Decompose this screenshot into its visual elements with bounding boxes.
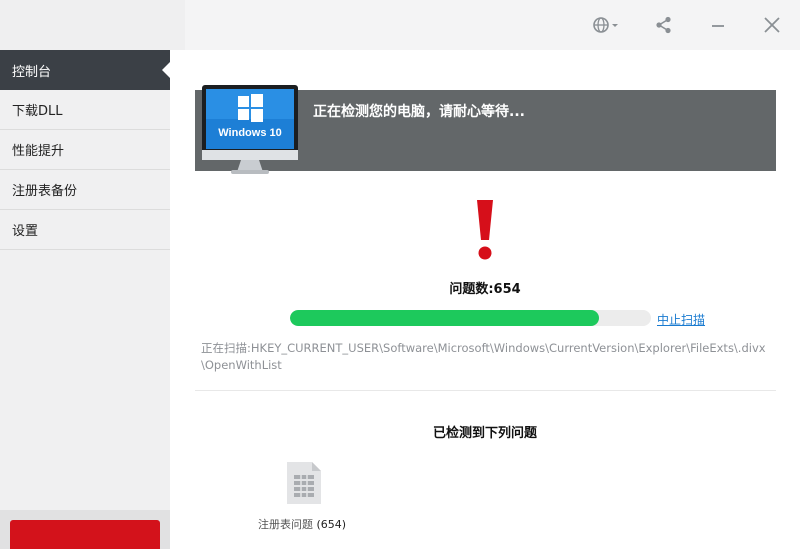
registry-issues-name: 注册表问题 [258, 518, 313, 531]
sidebar-item-label: 注册表备份 [12, 184, 78, 199]
stop-scan-link[interactable]: 中止扫描 [657, 311, 705, 328]
detected-issues-title: 已检测到下列问题 [432, 426, 537, 441]
registry-issues-icon[interactable] [286, 461, 322, 505]
monitor-label: Windows 10 [218, 127, 281, 139]
scan-progress-bar [290, 310, 651, 326]
title-bar [0, 0, 800, 50]
title-bar-left [0, 0, 185, 50]
monitor-icon: Windows 10 [201, 84, 299, 176]
globe-icon [593, 17, 618, 33]
sidebar-item-label: 控制台 [12, 64, 52, 80]
minimize-button[interactable] [705, 12, 731, 38]
sidebar: 控制台 下载DLL 性能提升 注册表备份 设置 [0, 50, 170, 549]
sidebar-item-performance[interactable]: 性能提升 [0, 130, 170, 170]
share-button[interactable] [651, 12, 677, 38]
scan-progress-fill [290, 310, 599, 326]
close-icon [764, 17, 780, 33]
sidebar-item-registry-backup[interactable]: 注册表备份 [0, 170, 170, 210]
close-button[interactable] [759, 12, 785, 38]
registry-issues-label: 注册表问题 (654) [258, 516, 346, 532]
sidebar-action-button[interactable] [10, 520, 160, 549]
registry-issues-count: (654) [316, 518, 347, 531]
sidebar-item-download-dll[interactable]: 下载DLL [0, 90, 170, 130]
sidebar-item-label: 性能提升 [12, 144, 65, 159]
sidebar-item-console[interactable]: 控制台 [0, 50, 170, 90]
sidebar-item-label: 下载DLL [12, 104, 63, 119]
language-button[interactable] [591, 12, 621, 38]
scan-status-text: 正在检测您的电脑，请耐心等待... [313, 104, 525, 120]
issues-count: 问题数:654 [449, 282, 521, 297]
sidebar-item-label: 设置 [12, 224, 39, 239]
alert-icon [472, 198, 498, 262]
share-icon [656, 16, 671, 34]
sidebar-item-settings[interactable]: 设置 [0, 210, 170, 250]
scan-path-text: 正在扫描:HKEY_CURRENT_USER\Software\Microsof… [201, 341, 766, 372]
divider [195, 390, 776, 391]
minimize-icon [712, 25, 724, 27]
